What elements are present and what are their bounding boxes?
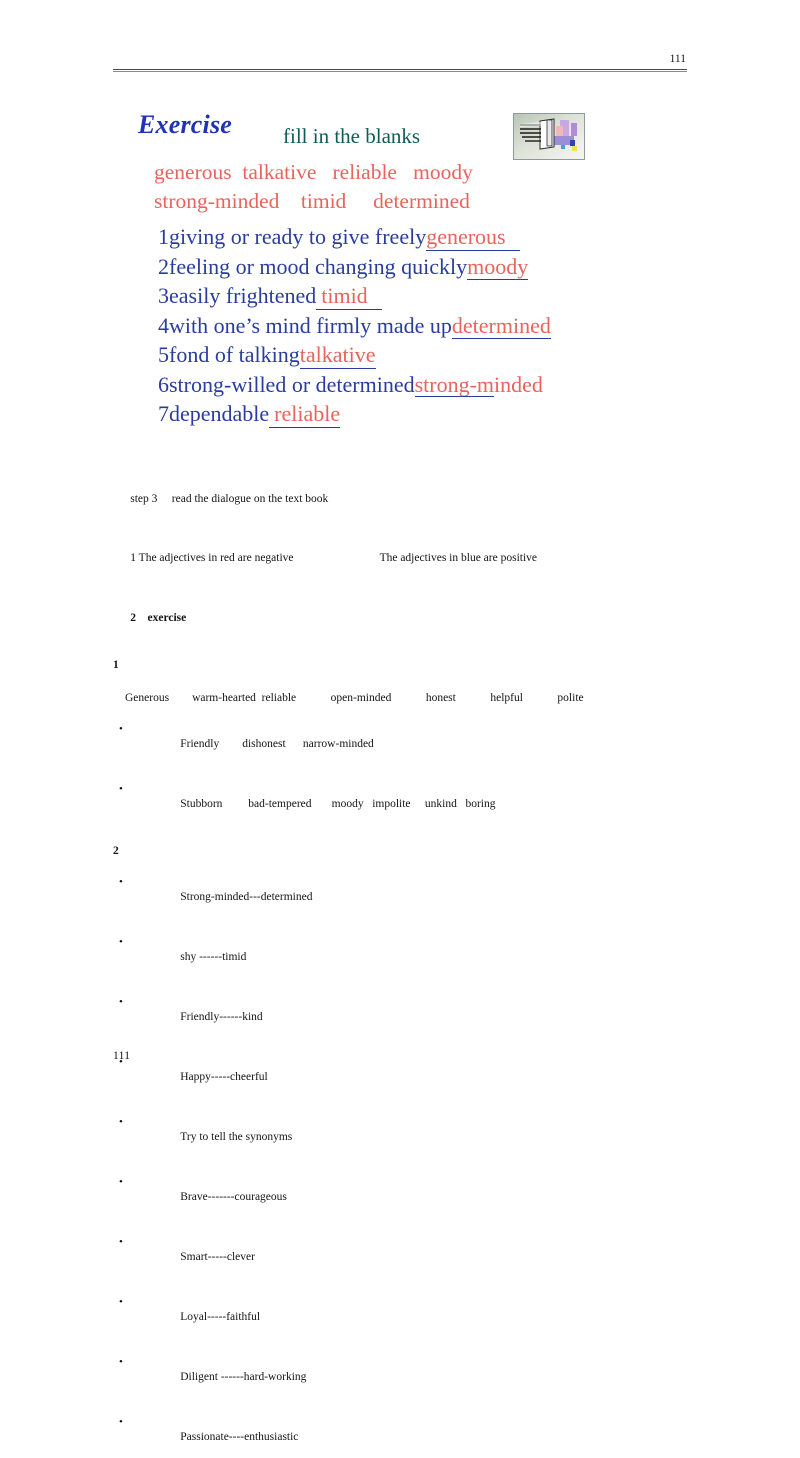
list-item: • Happy-----cheerful <box>113 1056 703 1098</box>
list-item-text: Try to tell the synonyms <box>180 1131 293 1143</box>
list-item-text: Passionate----enthusiastic <box>180 1431 299 1443</box>
document-body: step 3 read the dialogue on the text boo… <box>113 478 703 1458</box>
note-row: 1 The adjectives in red are negative The… <box>113 537 703 579</box>
page-title: Exercise <box>138 110 233 139</box>
definition-row-4: 4with one’s mind firmly made updetermine… <box>158 311 687 341</box>
slide-subtitle: fill in the blanks <box>283 124 421 148</box>
definition-answer-1[interactable]: generous <box>426 225 520 251</box>
definition-row-6: 6strong-willed or determinedstrong-minde… <box>158 370 687 400</box>
bullet-icon: • <box>119 723 123 735</box>
list-item: • Brave-------courageous <box>113 1176 703 1218</box>
page-header: 111 <box>113 52 687 72</box>
header-page-number: 111 <box>669 53 686 65</box>
definition-prompt-5: fond of talking <box>169 342 300 367</box>
definition-answer-4[interactable]: determined <box>451 313 551 340</box>
definition-list: 1giving or ready to give freelygenerous … <box>113 222 687 429</box>
definition-prompt-7: dependable <box>169 401 270 426</box>
bullet-icon: • <box>119 936 123 948</box>
definition-number-1: 1 <box>158 224 169 249</box>
definition-row-7: 7dependable reliable <box>158 399 687 429</box>
list-item-text: Friendly dishonest narrow-minded <box>180 738 374 750</box>
definition-prompt-3: easily frightened <box>169 283 317 308</box>
presentation-clipart-icon <box>513 113 585 160</box>
definition-answer-3[interactable]: timid <box>316 284 382 310</box>
step-label: step 3 <box>130 493 158 505</box>
definition-answer-5[interactable]: talkative <box>299 343 376 369</box>
word-bank-line-2: strong-minded timid determined <box>154 189 470 213</box>
definition-number-4: 4 <box>158 312 169 338</box>
section-heading-row: 2 exercise <box>113 597 703 639</box>
list-item: • Friendly dishonest narrow-minded <box>113 723 703 765</box>
slide-title-row: Exercise fill in the blanks <box>113 104 687 160</box>
list-item: • Stubborn bad-tempered moody impolite un… <box>113 783 703 825</box>
list-item: • Try to tell the synonyms <box>113 1116 703 1158</box>
list-item-text: Diligent ------hard-working <box>180 1371 307 1383</box>
definition-number-2: 2 <box>158 253 169 279</box>
list-item-text: Stubborn bad-tempered moody impolite unk… <box>180 798 496 810</box>
positive-words-row: Generous warm-hearted reliable open-mind… <box>125 692 584 704</box>
definition-prompt-2: feeling or mood changing quickly <box>169 253 468 279</box>
list-item: • Strong-minded---determined <box>113 876 703 918</box>
bullet-icon: • <box>119 1116 123 1128</box>
word-bank: generous talkative reliable moody strong… <box>113 158 687 216</box>
list-item-text: Smart-----clever <box>180 1251 255 1263</box>
bullet-icon: • <box>119 1416 123 1428</box>
bullet-icon: • <box>119 996 123 1008</box>
definition-number-5: 5 <box>158 342 169 367</box>
step-text: read the dialogue on the text book <box>171 493 329 505</box>
bullet-icon: • <box>119 1236 123 1248</box>
clipart-svg <box>514 114 584 159</box>
word-bank-line-1: generous talkative reliable moody <box>154 160 473 184</box>
footer-page-number: 111 <box>113 1050 131 1062</box>
list-item-text: Happy-----cheerful <box>180 1071 268 1083</box>
note-left: 1 The adjectives in red are negative <box>130 552 294 564</box>
list-item-text: Loyal-----faithful <box>180 1311 261 1323</box>
definition-prompt-1: giving or ready to give freely <box>169 224 427 249</box>
list-item-text: shy ------timid <box>180 951 247 963</box>
subsection-two: 2 <box>113 845 119 857</box>
list-item: • Diligent ------hard-working <box>113 1356 703 1398</box>
list-item-text: Friendly------kind <box>180 1011 263 1023</box>
definition-number-3: 3 <box>158 283 169 308</box>
definition-number-6: 6 <box>158 371 169 397</box>
step-row: step 3 read the dialogue on the text boo… <box>113 478 703 520</box>
list-item: • Smart-----clever <box>113 1236 703 1278</box>
definition-answer-7[interactable]: reliable <box>269 402 341 428</box>
definition-row-1: 1giving or ready to give freelygenerous <box>158 222 687 252</box>
bullet-icon: • <box>119 1296 123 1308</box>
list-item-text: Brave-------courageous <box>180 1191 287 1203</box>
bullet-icon: • <box>119 1356 123 1368</box>
document-page: 111 Exercise fill in the blanks generous… <box>0 0 800 1443</box>
bullet-icon: • <box>119 1176 123 1188</box>
header-rule <box>113 69 687 72</box>
definition-row-5: 5fond of talkingtalkative <box>158 340 687 370</box>
list-item-text: Strong-minded---determined <box>180 891 313 903</box>
list-item: • Passionate----enthusiastic <box>113 1416 703 1458</box>
definition-prompt-4: with one’s mind firmly made up <box>169 312 452 338</box>
bullet-icon: • <box>119 876 123 888</box>
definition-prompt-6: strong-willed or determined <box>169 371 415 397</box>
definition-answer-6[interactable]: strong-minded <box>414 372 543 398</box>
definition-row-2: 2feeling or mood changing quicklymoody <box>158 252 687 282</box>
subsection-one: 1 <box>113 659 119 671</box>
slide-capture: Exercise fill in the blanks generous tal… <box>113 104 687 429</box>
bullet-icon: • <box>119 783 123 795</box>
definition-number-7: 7 <box>158 401 169 426</box>
list-item: • shy ------timid <box>113 936 703 978</box>
list-item: • Loyal-----faithful <box>113 1296 703 1338</box>
section-label: exercise <box>147 612 187 624</box>
definition-answer-2[interactable]: moody <box>467 254 529 281</box>
note-right: The adjectives in blue are positive <box>379 552 538 564</box>
list-item: • Friendly------kind <box>113 996 703 1038</box>
definition-row-3: 3easily frightened timid <box>158 281 687 311</box>
